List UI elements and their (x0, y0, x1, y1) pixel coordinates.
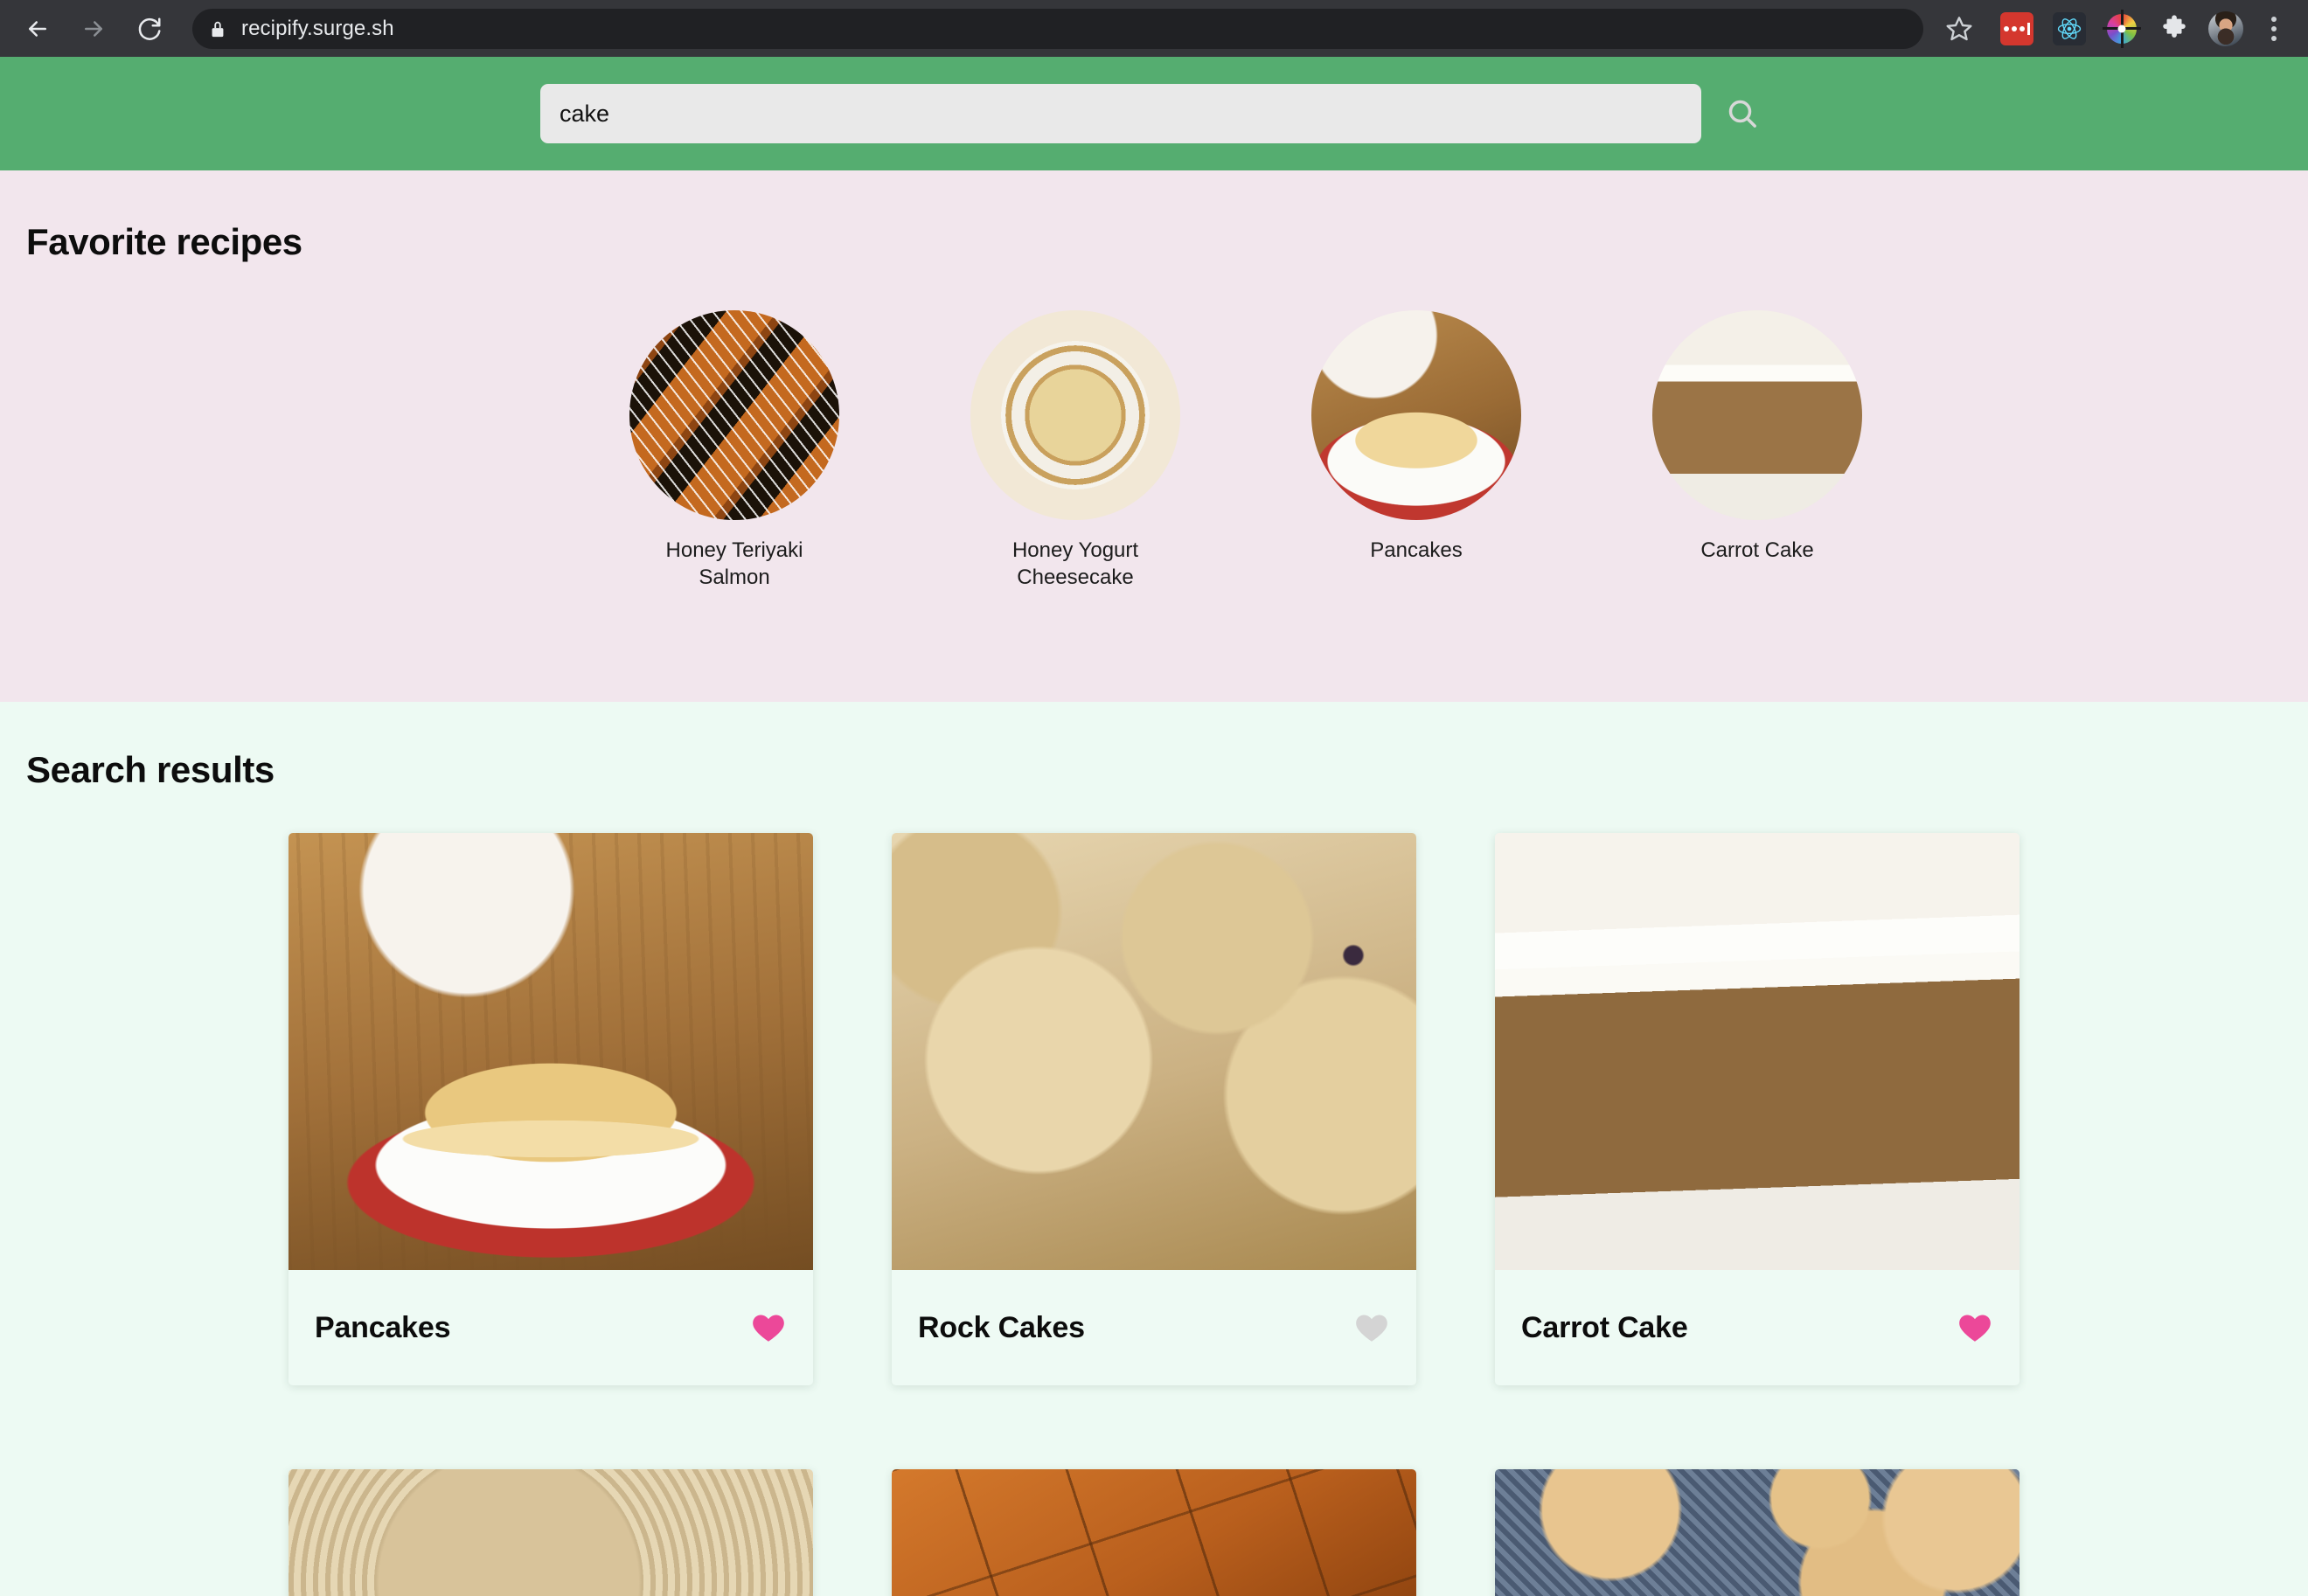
address-bar[interactable]: recipify.surge.sh (192, 8, 1923, 49)
recipe-image (892, 1469, 1416, 1596)
recipe-image (1495, 1469, 2020, 1596)
favorites-section: Favorite recipes Honey Teriyaki Salmon H… (0, 170, 2308, 702)
search-wrapper (540, 84, 1768, 143)
favorite-heart-button[interactable] (750, 1309, 787, 1346)
favorite-item[interactable]: Honey Teriyaki Salmon (603, 310, 866, 591)
recipe-title: Carrot Cake (1521, 1310, 1688, 1344)
profile-avatar[interactable] (2208, 10, 2243, 46)
extension-icons (1999, 9, 2296, 48)
reload-icon (138, 17, 161, 40)
favorite-item[interactable]: Carrot Cake (1626, 310, 1888, 565)
star-icon (1946, 16, 1972, 40)
reload-button[interactable] (124, 3, 175, 54)
favorite-item[interactable]: Pancakes (1285, 310, 1547, 565)
results-grid: Pancakes Rock Cakes Carrot Cake (0, 833, 2308, 1596)
recipe-image (288, 1469, 813, 1596)
recipe-card[interactable]: Rock Cakes (892, 833, 1416, 1385)
favorite-thumbnail[interactable] (1311, 310, 1521, 520)
search-results-title: Search results (26, 749, 275, 790)
favorite-thumbnail[interactable] (629, 310, 839, 520)
favorite-label: Honey Yogurt Cheesecake (1011, 538, 1139, 589)
recipe-title: Pancakes (315, 1310, 451, 1344)
forward-arrow-icon (85, 20, 102, 37)
recipe-image (892, 833, 1416, 1270)
search-magnifier-icon (1728, 100, 1756, 128)
extensions-puzzle-icon[interactable] (2156, 10, 2193, 47)
search-input[interactable] (540, 84, 1701, 143)
forward-button[interactable] (68, 3, 119, 54)
color-picker-extension-icon[interactable] (2103, 9, 2141, 48)
recipe-image (288, 833, 813, 1270)
favorites-row: Honey Teriyaki Salmon Honey Yogurt Chees… (0, 310, 2308, 591)
favorite-heart-button[interactable] (1353, 1309, 1390, 1346)
app-search-header (0, 57, 2308, 170)
search-submit-button[interactable] (1717, 88, 1768, 139)
recipe-card[interactable]: Pancakes (288, 833, 813, 1385)
lock-icon (212, 21, 224, 37)
heart-filled-icon (1959, 1315, 1991, 1342)
favorites-title: Favorite recipes (26, 221, 302, 262)
recipe-card-body: Rock Cakes (892, 1270, 1416, 1385)
heart-filled-icon (753, 1315, 784, 1342)
recipe-card[interactable] (1495, 1469, 2020, 1596)
favorite-label: Pancakes (1370, 538, 1463, 562)
react-devtools-extension-icon[interactable] (2051, 10, 2088, 47)
recipe-card-body: Pancakes (288, 1270, 813, 1385)
favorite-heart-button[interactable] (1957, 1309, 1993, 1346)
favorite-label: Carrot Cake (1700, 538, 1814, 562)
recipe-card[interactable] (892, 1469, 1416, 1596)
recipe-image (1495, 833, 2020, 1270)
favorite-thumbnail[interactable] (970, 310, 1180, 520)
kebab-menu-icon[interactable] (2259, 16, 2289, 41)
search-results-section: Search results Pancakes Rock Cakes Carro… (0, 702, 2308, 1596)
recipe-card[interactable]: Carrot Cake (1495, 833, 2020, 1385)
back-arrow-icon (29, 20, 46, 37)
bookmark-button[interactable] (1937, 7, 1981, 51)
lastpass-extension-icon[interactable] (1999, 10, 2035, 47)
url-text: recipify.surge.sh (241, 16, 394, 40)
favorite-label: Honey Teriyaki Salmon (665, 538, 803, 589)
browser-toolbar: recipify.surge.sh (0, 0, 2308, 57)
recipe-title: Rock Cakes (918, 1310, 1085, 1344)
back-button[interactable] (12, 3, 63, 54)
favorite-item[interactable]: Honey Yogurt Cheesecake (944, 310, 1206, 591)
recipe-card[interactable] (288, 1469, 813, 1596)
favorite-thumbnail[interactable] (1652, 310, 1862, 520)
recipe-card-body: Carrot Cake (1495, 1270, 2020, 1385)
heart-outline-icon (1356, 1315, 1387, 1342)
